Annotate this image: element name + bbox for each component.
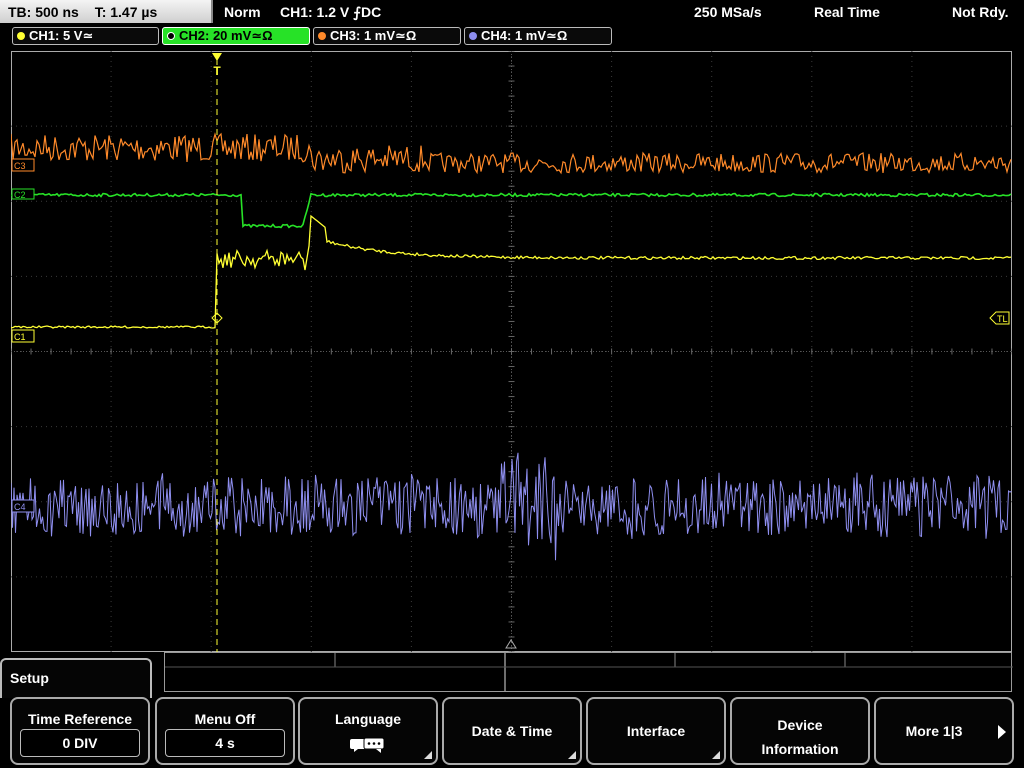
channel-2-button[interactable]: CH2: 20 mV≃Ω <box>162 27 310 45</box>
ch1-marker-label: C1 <box>14 332 26 342</box>
device-information-line2: Information <box>761 741 839 757</box>
channel-1-button[interactable]: CH1: 5 V≃ <box>12 27 159 45</box>
waveform-canvas[interactable]: T C3 C2 C1 C4 TL <box>11 51 1012 652</box>
status-bar: TB: 500 ns T: 1.47 µs Norm CH1: 1.2 V ⨍D… <box>0 0 1024 24</box>
ch3-trace <box>11 132 1012 175</box>
device-information-softkey[interactable]: Device Information <box>730 697 870 765</box>
channel-4-label: CH4: 1 mV≃Ω <box>481 28 568 43</box>
setup-menu-title: Setup <box>10 670 49 686</box>
ch3-marker-label: C3 <box>14 161 26 171</box>
more-title: More 1|3 <box>905 723 963 739</box>
ch4-ground-marker[interactable]: C4 <box>11 499 35 513</box>
channel-bar: CH1: 5 V≃ CH2: 20 mV≃Ω CH3: 1 mV≃Ω CH4: … <box>0 26 1024 48</box>
menu-off-value[interactable]: 4 s <box>165 729 285 757</box>
ch2-dot-icon <box>167 32 175 40</box>
ch4-marker-label: C4 <box>14 502 26 512</box>
timebase-box[interactable]: TB: 500 ns T: 1.47 µs <box>0 0 213 23</box>
trigger-marker-label: T <box>213 64 221 78</box>
ch2-marker-label: C2 <box>14 190 26 200</box>
ch1-ground-marker[interactable]: C1 <box>11 329 35 343</box>
sample-rate: 250 MSa/s <box>694 4 762 20</box>
channel-4-button[interactable]: CH4: 1 mV≃Ω <box>464 27 612 45</box>
trigger-source[interactable]: CH1: 1.2 V ⨍DC <box>280 0 381 24</box>
menu-off-title: Menu Off <box>194 711 256 727</box>
interface-softkey[interactable]: Interface <box>586 697 726 765</box>
trigger-mode[interactable]: Norm <box>224 0 261 24</box>
date-time-softkey[interactable]: Date & Time <box>442 697 582 765</box>
chevron-right-icon <box>998 725 1006 739</box>
setup-menu-tab[interactable]: Setup <box>0 658 152 698</box>
ch3-dot-icon <box>318 32 326 40</box>
speech-bubbles-icon <box>350 737 385 753</box>
trigger-time-value: T: 1.47 µs <box>94 4 158 20</box>
ch1-dot-icon <box>17 32 25 40</box>
interface-title: Interface <box>626 723 686 739</box>
submenu-corner-icon <box>568 751 576 759</box>
timebase-value: TB: 500 ns <box>8 4 79 20</box>
menu-ruler <box>164 652 1013 692</box>
ch3-ground-marker[interactable]: C3 <box>11 158 35 172</box>
language-title: Language <box>334 711 402 727</box>
acquisition-mode: Real Time <box>814 4 880 20</box>
submenu-corner-icon <box>424 751 432 759</box>
channel-3-label: CH3: 1 mV≃Ω <box>330 28 417 43</box>
time-reference-value[interactable]: 0 DIV <box>20 729 140 757</box>
trigger-position-marker[interactable]: T <box>212 53 222 78</box>
ready-state: Not Rdy. <box>952 4 1009 20</box>
channel-2-label: CH2: 20 mV≃Ω <box>179 28 273 43</box>
device-information-title: Device Information <box>732 713 868 761</box>
channel-1-label: CH1: 5 V≃ <box>29 28 94 43</box>
date-time-title: Date & Time <box>471 723 553 739</box>
trigger-level-marker[interactable]: TL <box>989 311 1010 325</box>
more-softkey[interactable]: More 1|3 <box>874 697 1014 765</box>
ch4-dot-icon <box>469 32 477 40</box>
ch2-ground-marker[interactable]: C2 <box>11 188 35 200</box>
menu-off-softkey[interactable]: Menu Off 4 s <box>155 697 295 765</box>
device-information-line1: Device <box>777 717 823 733</box>
trigger-level-label: TL <box>997 314 1008 324</box>
time-reference-softkey[interactable]: Time Reference 0 DIV <box>10 697 150 765</box>
time-reference-title: Time Reference <box>27 711 132 727</box>
submenu-corner-icon <box>712 751 720 759</box>
channel-3-button[interactable]: CH3: 1 mV≃Ω <box>313 27 461 45</box>
language-softkey[interactable]: Language <box>298 697 438 765</box>
